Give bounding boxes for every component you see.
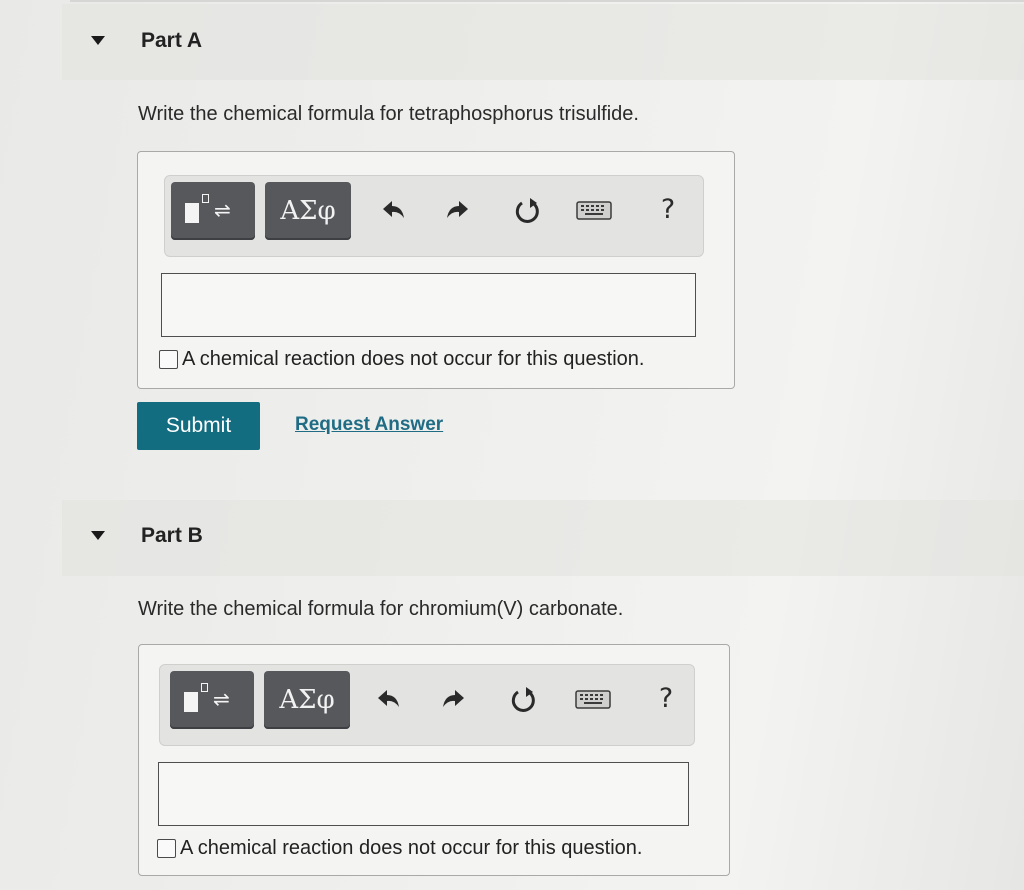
redo-icon[interactable] xyxy=(436,679,474,719)
part-a-title: Part A xyxy=(141,29,203,52)
undo-icon[interactable] xyxy=(373,190,411,230)
templates-icon xyxy=(185,203,199,223)
help-icon[interactable]: ? xyxy=(649,190,687,230)
part-b-question: Write the chemical formula for chromium(… xyxy=(138,598,624,620)
equilibrium-arrow-icon: ⇌ xyxy=(213,687,230,711)
templates-icon xyxy=(184,692,198,712)
no-reaction-checkbox[interactable] xyxy=(157,838,176,858)
answer-input[interactable] xyxy=(158,762,689,826)
no-reaction-option[interactable]: A chemical reaction does not occur for t… xyxy=(157,835,642,861)
part-a-answer-card: ⇌ ΑΣφ ? A chemical reaction does not occ… xyxy=(137,151,735,389)
part-b-answer-card: ⇌ ΑΣφ ? A chemical reaction does not occ… xyxy=(138,644,730,876)
answer-input[interactable] xyxy=(161,273,696,337)
templates-button[interactable]: ⇌ xyxy=(171,182,255,240)
no-reaction-label: A chemical reaction does not occur for t… xyxy=(180,836,643,859)
part-b-header[interactable]: Part B xyxy=(62,500,1024,576)
reset-icon[interactable] xyxy=(508,190,546,230)
collapse-caret-icon[interactable] xyxy=(91,36,105,45)
math-toolbar: ⇌ ΑΣφ ? xyxy=(164,175,704,257)
help-icon[interactable]: ? xyxy=(647,679,685,719)
redo-icon[interactable] xyxy=(440,190,478,230)
symbols-button[interactable]: ΑΣφ xyxy=(264,671,350,729)
page-background: Part A Write the chemical formula for te… xyxy=(0,0,1024,890)
symbols-label: ΑΣφ xyxy=(279,685,335,715)
superscript-box-icon xyxy=(202,194,209,203)
reset-icon[interactable] xyxy=(504,679,542,719)
part-a-header[interactable]: Part A xyxy=(62,4,1024,80)
keyboard-icon[interactable] xyxy=(574,679,612,719)
symbols-label: ΑΣφ xyxy=(280,196,336,226)
no-reaction-option[interactable]: A chemical reaction does not occur for t… xyxy=(159,346,644,372)
divider xyxy=(70,0,1024,2)
no-reaction-label: A chemical reaction does not occur for t… xyxy=(182,347,645,370)
undo-icon[interactable] xyxy=(368,679,406,719)
collapse-caret-icon[interactable] xyxy=(91,531,105,540)
part-a-question: Write the chemical formula for tetraphos… xyxy=(138,103,639,125)
keyboard-icon[interactable] xyxy=(575,190,613,230)
no-reaction-checkbox[interactable] xyxy=(159,349,178,369)
part-b-title: Part B xyxy=(141,524,203,547)
templates-button[interactable]: ⇌ xyxy=(170,671,254,729)
superscript-box-icon xyxy=(201,683,208,692)
equilibrium-arrow-icon: ⇌ xyxy=(214,198,231,222)
math-toolbar: ⇌ ΑΣφ ? xyxy=(159,664,695,746)
symbols-button[interactable]: ΑΣφ xyxy=(265,182,351,240)
submit-button[interactable]: Submit xyxy=(137,402,260,450)
request-answer-link[interactable]: Request Answer xyxy=(295,414,443,436)
